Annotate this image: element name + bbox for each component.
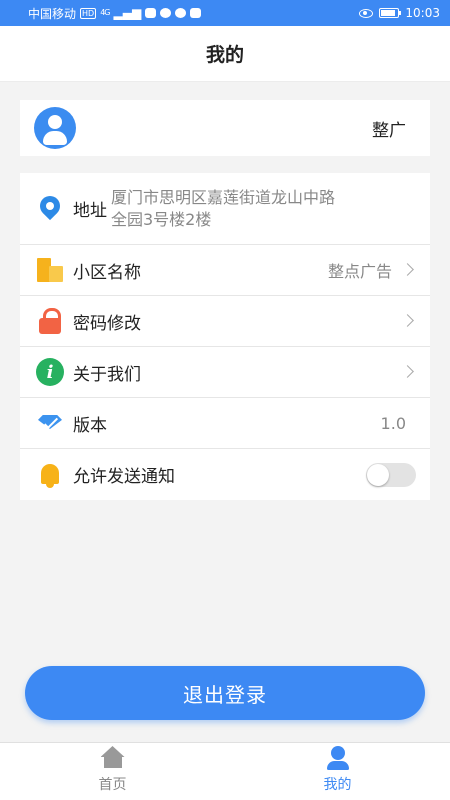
toggle-knob	[367, 463, 389, 486]
lock-icon	[36, 307, 64, 335]
settings-list: 地址 厦门市思明区嘉莲街道龙山中路 全园3号楼2楼 小区名称 整点广告 密码修改…	[20, 173, 430, 500]
avatar[interactable]	[34, 107, 76, 149]
signal-icon: ▂▄▆	[113, 6, 142, 20]
version-value: 1.0	[380, 413, 406, 433]
chevron-right-icon	[402, 365, 416, 379]
home-icon	[100, 746, 126, 770]
location-pin-icon	[36, 195, 64, 223]
diamond-icon	[36, 409, 64, 437]
notify-toggle[interactable]	[366, 462, 416, 487]
community-label: 小区名称	[73, 262, 141, 283]
notification-icon	[145, 8, 157, 18]
tab-mine-label: 我的	[323, 777, 352, 793]
address-value: 厦门市思明区嘉莲街道龙山中路 全园3号楼2楼	[111, 187, 411, 231]
tab-mine[interactable]: 我的	[225, 743, 450, 800]
about-row[interactable]: i 关于我们	[20, 347, 430, 398]
app-notification-icon	[190, 8, 202, 18]
logout-button[interactable]: 退出登录	[25, 666, 425, 720]
eye-comfort-icon	[359, 8, 374, 18]
password-label: 密码修改	[73, 313, 141, 334]
tab-bar: 首页 我的	[0, 742, 450, 800]
status-bar: 中国移动 HD 4G ▂▄▆ 10:03	[0, 0, 450, 26]
version-row: 版本 1.0	[20, 398, 430, 449]
page-title: 我的	[205, 44, 244, 66]
user-icon	[325, 746, 351, 770]
address-row[interactable]: 地址 厦门市思明区嘉莲街道龙山中路 全园3号楼2楼	[20, 173, 430, 245]
address-line-2: 全园3号楼2楼	[111, 209, 212, 229]
user-name: 整广	[372, 120, 406, 141]
tab-home-label: 首页	[98, 777, 127, 793]
clock: 10:03	[405, 6, 440, 20]
community-row[interactable]: 小区名称 整点广告	[20, 245, 430, 296]
password-row[interactable]: 密码修改	[20, 296, 430, 347]
wechat-icon	[175, 8, 187, 18]
message-icon	[160, 8, 172, 18]
battery-icon	[379, 8, 402, 18]
notify-row: 允许发送通知	[20, 449, 430, 500]
chevron-right-icon	[402, 314, 416, 328]
network-type: 4G	[100, 8, 110, 17]
address-line-1: 厦门市思明区嘉莲街道龙山中路	[111, 187, 336, 207]
hd-badge: HD	[80, 7, 97, 19]
about-label: 关于我们	[73, 364, 141, 385]
tab-home[interactable]: 首页	[0, 743, 225, 800]
page-header: 我的	[0, 26, 450, 82]
info-icon: i	[36, 358, 64, 386]
building-icon	[36, 256, 64, 284]
carrier-name: 中国移动	[28, 6, 77, 21]
profile-card[interactable]: 整广	[20, 100, 430, 156]
community-value: 整点广告	[327, 262, 392, 281]
address-label: 地址	[73, 201, 107, 221]
version-label: 版本	[73, 415, 107, 436]
notify-label: 允许发送通知	[73, 467, 175, 487]
bell-icon	[36, 461, 64, 489]
chevron-right-icon	[402, 263, 416, 277]
